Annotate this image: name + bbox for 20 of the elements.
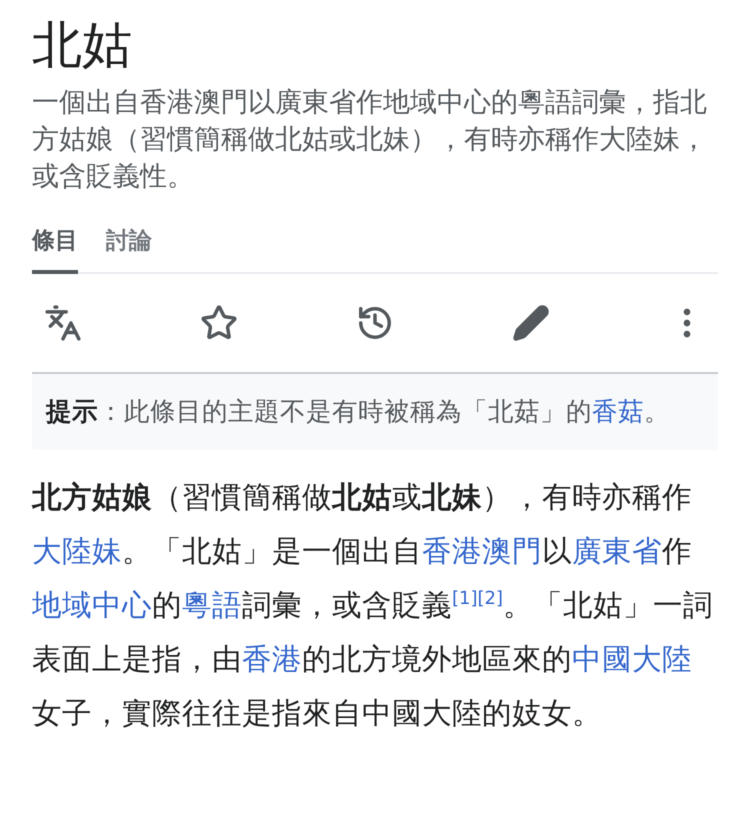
reference-link[interactable]: [1]	[452, 588, 478, 610]
tab[interactable]: 討論	[106, 219, 152, 274]
link[interactable]: 香港澳門	[422, 534, 542, 568]
star-icon[interactable]	[200, 304, 238, 342]
reference-link[interactable]: [2]	[478, 588, 503, 610]
page-title: 北姑	[32, 15, 133, 76]
link[interactable]: 香港	[242, 642, 302, 676]
hatnote: 提示：此條目的主題不是有時被稱為「北菇」的香菇。	[32, 374, 718, 450]
tab[interactable]: 條目	[32, 219, 78, 274]
translate-icon[interactable]	[44, 304, 82, 342]
edit-icon[interactable]	[512, 304, 550, 342]
history-icon[interactable]	[356, 304, 394, 342]
link[interactable]: 大陸妹	[32, 534, 122, 568]
link[interactable]: 中國大陸	[572, 642, 692, 676]
article-paragraph: 北方姑娘（習慣簡稱做北姑或北妹），有時亦稱作 大陸妹。「北姑」是一個出自 香港澳門以廣東省作 地域中心的粵語詞彙，或含貶義$^{[1]}$$^{[2]}$。「北姑」一詞表面上是指，由香港的北方境外地區來的中國大陸 女子，實際往往是指來自中國大陸的妓女。	[32, 479, 714, 732]
page-description: 一個出自香港澳門以廣東省作地域中心的粵語詞彙，指北方姑娘（習慣簡稱做北姑或北妹），有時亦稱作大陸妹，或含貶義性。	[32, 86, 708, 194]
link[interactable]: 地域中心	[32, 588, 152, 622]
link[interactable]: 香菇	[592, 397, 644, 427]
link[interactable]: 廣東省	[572, 534, 662, 568]
link[interactable]: 粵語	[182, 588, 242, 622]
